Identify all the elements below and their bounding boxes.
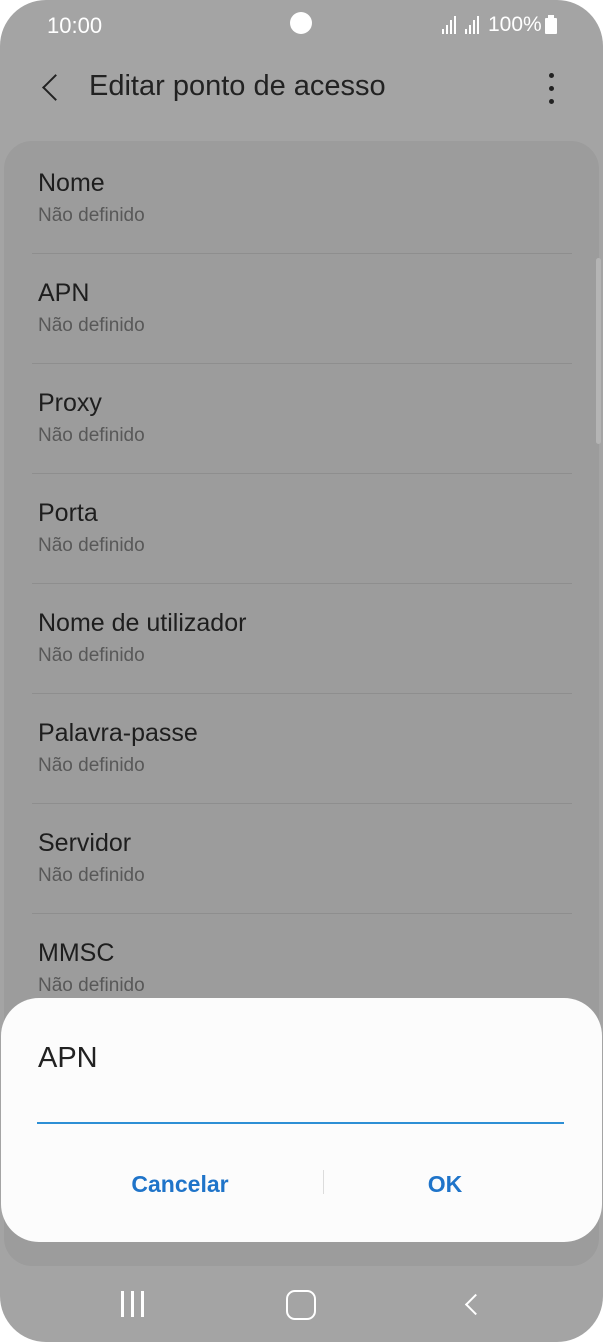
item-value: Não definido bbox=[38, 755, 145, 776]
item-label: Porta bbox=[38, 499, 98, 527]
item-label: Palavra-passe bbox=[38, 719, 198, 747]
item-value: Não definido bbox=[38, 645, 145, 666]
item-label: APN bbox=[38, 279, 90, 307]
list-item-proxy[interactable]: Proxy Não definido bbox=[4, 361, 599, 471]
item-label: Proxy bbox=[38, 389, 102, 417]
item-value: Não definido bbox=[38, 865, 145, 886]
battery-icon bbox=[545, 15, 557, 34]
home-icon[interactable] bbox=[286, 1290, 316, 1320]
navigation-bar bbox=[0, 1266, 603, 1342]
scrollbar[interactable] bbox=[596, 258, 601, 444]
list-item-username[interactable]: Nome de utilizador Não definido bbox=[4, 581, 599, 691]
apn-input[interactable] bbox=[37, 1082, 564, 1124]
back-icon[interactable] bbox=[458, 1288, 488, 1322]
item-label: MMSC bbox=[38, 939, 115, 967]
status-bar: 10:00 100% bbox=[0, 0, 603, 52]
button-divider bbox=[323, 1170, 324, 1194]
phone-screen: 10:00 100% Editar ponto de acesso Nome N… bbox=[0, 0, 603, 1342]
item-value: Não definido bbox=[38, 425, 145, 446]
more-vertical-icon bbox=[549, 73, 554, 78]
list-item-password[interactable]: Palavra-passe Não definido bbox=[4, 691, 599, 801]
list-item-nome[interactable]: Nome Não definido bbox=[4, 141, 599, 251]
item-value: Não definido bbox=[38, 205, 145, 226]
camera-cutout bbox=[290, 12, 312, 34]
ok-button[interactable]: OK bbox=[325, 1162, 565, 1206]
item-label: Servidor bbox=[38, 829, 132, 857]
item-label: Nome bbox=[38, 169, 105, 197]
list-item-server[interactable]: Servidor Não definido bbox=[4, 801, 599, 911]
cancel-button[interactable]: Cancelar bbox=[60, 1162, 300, 1206]
battery-percentage: 100% bbox=[488, 13, 542, 36]
more-options-button[interactable] bbox=[536, 70, 566, 110]
page-title: Editar ponto de acesso bbox=[89, 70, 386, 102]
dialog-title: APN bbox=[38, 1042, 98, 1074]
list-item-porta[interactable]: Porta Não definido bbox=[4, 471, 599, 581]
recents-icon[interactable] bbox=[118, 1291, 148, 1319]
status-time: 10:00 bbox=[47, 13, 103, 38]
item-value: Não definido bbox=[38, 535, 145, 556]
list-item-apn[interactable]: APN Não definido bbox=[4, 251, 599, 361]
back-chevron-icon bbox=[42, 74, 69, 101]
back-button[interactable] bbox=[30, 66, 70, 110]
item-value: Não definido bbox=[38, 315, 145, 336]
app-bar: Editar ponto de acesso bbox=[0, 52, 603, 132]
item-label: Nome de utilizador bbox=[38, 609, 247, 637]
item-value: Não definido bbox=[38, 975, 145, 996]
